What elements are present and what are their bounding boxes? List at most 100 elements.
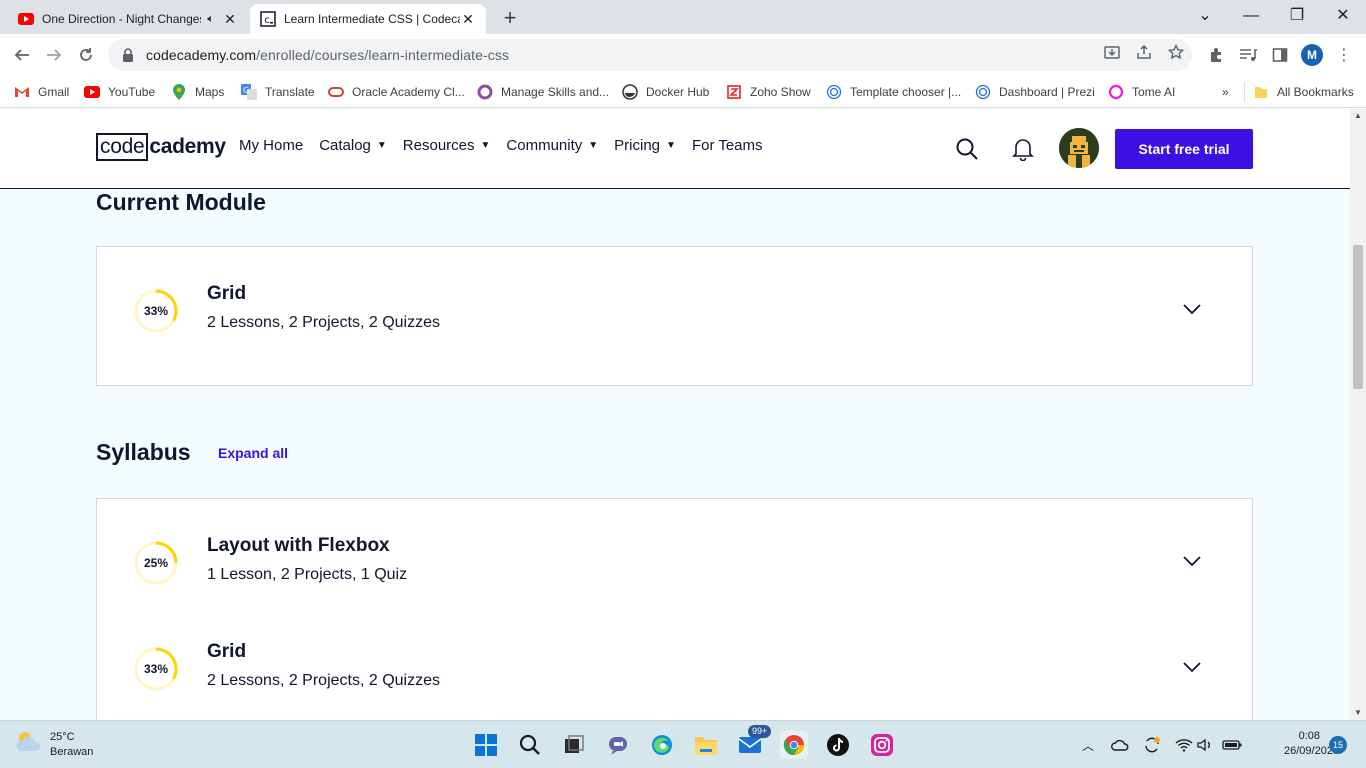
system-clock[interactable]: 0:08 26/09/2023 <box>1284 729 1340 759</box>
notification-count-badge[interactable]: 15 <box>1329 736 1347 754</box>
codecademy-logo[interactable]: code cademy <box>96 132 226 162</box>
youtube-icon <box>18 11 34 27</box>
tab-youtube[interactable]: One Direction - Night Changes 🔈︎ ✕ <box>8 4 248 34</box>
wifi-icon[interactable] <box>1174 735 1194 755</box>
profile-avatar[interactable]: M <box>1301 44 1323 66</box>
bookmark-prezi[interactable]: Dashboard | Prezi <box>975 82 1095 102</box>
bookmark-tome-ai[interactable]: Tome AI <box>1108 82 1175 102</box>
bookmark-label: Translate <box>265 85 315 99</box>
page-scrollbar[interactable]: ▲ ▼ <box>1350 109 1366 720</box>
search-icon[interactable] <box>953 135 981 163</box>
close-window-icon[interactable]: ✕ <box>1320 4 1366 30</box>
nav-catalog[interactable]: Catalog ▼ <box>319 137 387 154</box>
logo-text: cademy <box>149 135 226 158</box>
clock-time: 0:08 <box>1298 730 1320 742</box>
bookmark-gmail[interactable]: Gmail <box>14 82 69 102</box>
all-bookmarks[interactable]: All Bookmarks <box>1244 82 1354 102</box>
globe-icon <box>975 84 991 100</box>
battery-icon[interactable] <box>1222 735 1242 755</box>
module-row[interactable]: 33% Grid 2 Lessons, 2 Projects, 2 Quizze… <box>133 283 1233 358</box>
sync-icon[interactable] <box>1142 735 1162 755</box>
scrollbar-thumb[interactable] <box>1353 245 1363 389</box>
back-icon[interactable] <box>9 42 35 68</box>
module-subtitle: 2 Lessons, 2 Projects, 2 Quizzes <box>207 314 440 331</box>
share-icon[interactable] <box>1134 42 1154 62</box>
address-bar[interactable]: codecademy.com/enrolled/courses/learn-in… <box>108 39 1192 71</box>
bookmark-label: YouTube <box>108 85 156 99</box>
nav-label: Resources <box>402 137 475 154</box>
media-control-icon[interactable] <box>1237 44 1259 66</box>
file-explorer-icon[interactable] <box>692 731 720 759</box>
caret-down-icon: ▼ <box>588 140 599 151</box>
bookmark-youtube[interactable]: YouTube <box>84 82 155 102</box>
forward-icon[interactable] <box>41 42 67 68</box>
bookmark-manage-skills[interactable]: Manage Skills and... <box>477 82 609 102</box>
progress-ring: 25% <box>133 540 179 586</box>
zoho-show-icon <box>726 84 742 100</box>
notification-bell-icon[interactable] <box>1009 135 1037 163</box>
nav-label: Pricing <box>614 137 661 154</box>
bookmark-maps[interactable]: Maps <box>171 82 224 102</box>
tab-search-chevron-icon[interactable]: ⌄ <box>1182 4 1228 30</box>
bookmark-template-chooser[interactable]: Template chooser |... <box>826 82 961 102</box>
new-tab-icon[interactable]: + <box>498 5 522 31</box>
nav-for-teams[interactable]: For Teams <box>692 137 763 154</box>
scroll-down-icon[interactable]: ▼ <box>1350 706 1366 720</box>
restore-icon[interactable]: ❐ <box>1274 4 1320 30</box>
weather-widget[interactable]: 25°C Berawan <box>14 729 93 760</box>
volume-icon[interactable] <box>1196 735 1216 755</box>
install-app-icon[interactable] <box>1102 42 1122 62</box>
tray-overflow-chevron-icon[interactable]: ︿ <box>1078 735 1098 755</box>
close-tab-icon[interactable]: ✕ <box>222 11 238 28</box>
edge-browser-icon[interactable] <box>648 731 676 759</box>
current-module-card: 33% Grid 2 Lessons, 2 Projects, 2 Quizze… <box>96 246 1253 386</box>
module-subtitle: 2 Lessons, 2 Projects, 2 Quizzes <box>207 672 440 689</box>
bookmark-docker-hub[interactable]: Docker Hub <box>622 82 709 102</box>
course-content: Current Module 33% Grid 2 Lessons, 2 Pro… <box>0 189 1350 720</box>
extensions-icon[interactable] <box>1205 44 1227 66</box>
close-tab-icon[interactable]: ✕ <box>460 11 476 28</box>
windows-start-icon[interactable] <box>472 731 500 759</box>
bookmark-star-icon[interactable] <box>1166 42 1186 62</box>
bookmark-zoho-show[interactable]: Zoho Show <box>726 82 811 102</box>
bookmark-translate[interactable]: G Translate <box>241 82 315 102</box>
tiktok-icon[interactable] <box>824 731 852 759</box>
side-panel-icon[interactable] <box>1269 44 1291 66</box>
kebab-menu-icon[interactable]: ⋮ <box>1333 44 1355 66</box>
syllabus-module-row[interactable]: 33% Grid 2 Lessons, 2 Projects, 2 Quizze… <box>133 641 1233 716</box>
instagram-icon[interactable] <box>868 731 896 759</box>
onedrive-cloud-icon[interactable] <box>1110 735 1130 755</box>
tab-codecademy[interactable]: c Learn Intermediate CSS | Codecademy ✕ <box>250 4 486 34</box>
syllabus-heading: Syllabus <box>96 439 191 465</box>
nav-my-home[interactable]: My Home <box>239 137 303 154</box>
bookmark-label: Zoho Show <box>750 85 811 99</box>
caret-down-icon: ▼ <box>666 140 676 151</box>
expand-all-link[interactable]: Expand all <box>218 445 288 461</box>
more-bookmarks-icon[interactable]: » <box>1222 82 1229 102</box>
reload-icon[interactable] <box>73 42 99 68</box>
bookmark-oracle[interactable]: Oracle Academy Cl... <box>328 82 465 102</box>
task-view-icon[interactable] <box>560 731 588 759</box>
speaker-icon[interactable]: 🔈︎ <box>207 13 214 26</box>
nav-label: Catalog <box>319 137 371 154</box>
chevron-down-icon[interactable] <box>1181 656 1203 678</box>
user-avatar[interactable] <box>1059 128 1099 168</box>
clock-date: 26/09/2023 <box>1284 745 1340 757</box>
oracle-icon <box>328 84 344 100</box>
nav-community[interactable]: Community ▼ <box>506 137 598 154</box>
chrome-icon[interactable] <box>780 731 808 759</box>
teams-chat-icon[interactable] <box>604 731 632 759</box>
scroll-up-icon[interactable]: ▲ <box>1350 109 1366 123</box>
lock-icon[interactable] <box>122 48 136 62</box>
taskbar-search-icon[interactable] <box>516 731 544 759</box>
tome-icon <box>1108 84 1124 100</box>
nav-pricing[interactable]: Pricing ▼ <box>614 137 676 154</box>
nav-resources[interactable]: Resources ▼ <box>403 137 491 154</box>
chevron-down-icon[interactable] <box>1181 550 1203 572</box>
chevron-down-icon[interactable] <box>1181 298 1203 320</box>
bookmark-label: Gmail <box>38 85 70 99</box>
syllabus-module-row[interactable]: 25% Layout with Flexbox 1 Lesson, 2 Proj… <box>133 535 1233 610</box>
start-free-trial-button[interactable]: Start free trial <box>1115 129 1253 169</box>
mail-icon[interactable]: 99+ <box>736 725 772 759</box>
minimize-icon[interactable]: — <box>1228 4 1274 30</box>
